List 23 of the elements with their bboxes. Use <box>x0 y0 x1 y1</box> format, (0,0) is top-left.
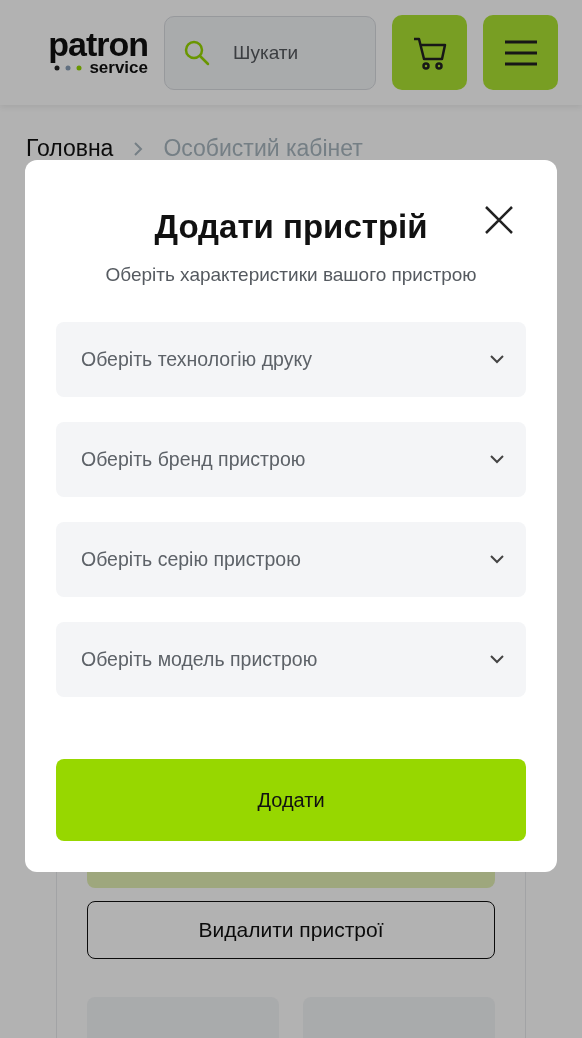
chevron-right-icon <box>133 140 144 157</box>
cart-button[interactable] <box>392 15 467 90</box>
menu-icon <box>504 39 537 66</box>
close-button[interactable] <box>483 204 515 236</box>
logo[interactable]: patron service <box>24 28 148 77</box>
logo-subtext: service <box>89 58 148 77</box>
search-icon <box>183 38 211 67</box>
search-field[interactable]: Шукати <box>164 15 376 90</box>
select-dropdown[interactable]: Оберіть технологію друку <box>56 322 526 397</box>
select-dropdown[interactable]: Оберіть бренд пристрою <box>56 422 526 497</box>
add-button[interactable]: Додати <box>56 759 526 841</box>
chevron-down-icon <box>490 555 504 564</box>
select-dropdown[interactable]: Оберіть серію пристрою <box>56 522 526 597</box>
dialog-subtitle: Оберіть характеристики вашого пристрою <box>105 264 477 286</box>
delete-devices-button[interactable]: Видалити пристрої <box>87 900 495 959</box>
chevron-down-icon <box>490 355 504 364</box>
dialog-title: Додати пристрій <box>154 208 428 246</box>
select-dropdown[interactable]: Оберіть модель пристрою <box>56 622 526 697</box>
menu-button[interactable] <box>483 15 558 90</box>
close-icon <box>483 204 515 236</box>
breadcrumb-link[interactable]: Головна <box>26 135 114 162</box>
chevron-down-icon <box>490 655 504 664</box>
chevron-down-icon <box>490 455 504 464</box>
